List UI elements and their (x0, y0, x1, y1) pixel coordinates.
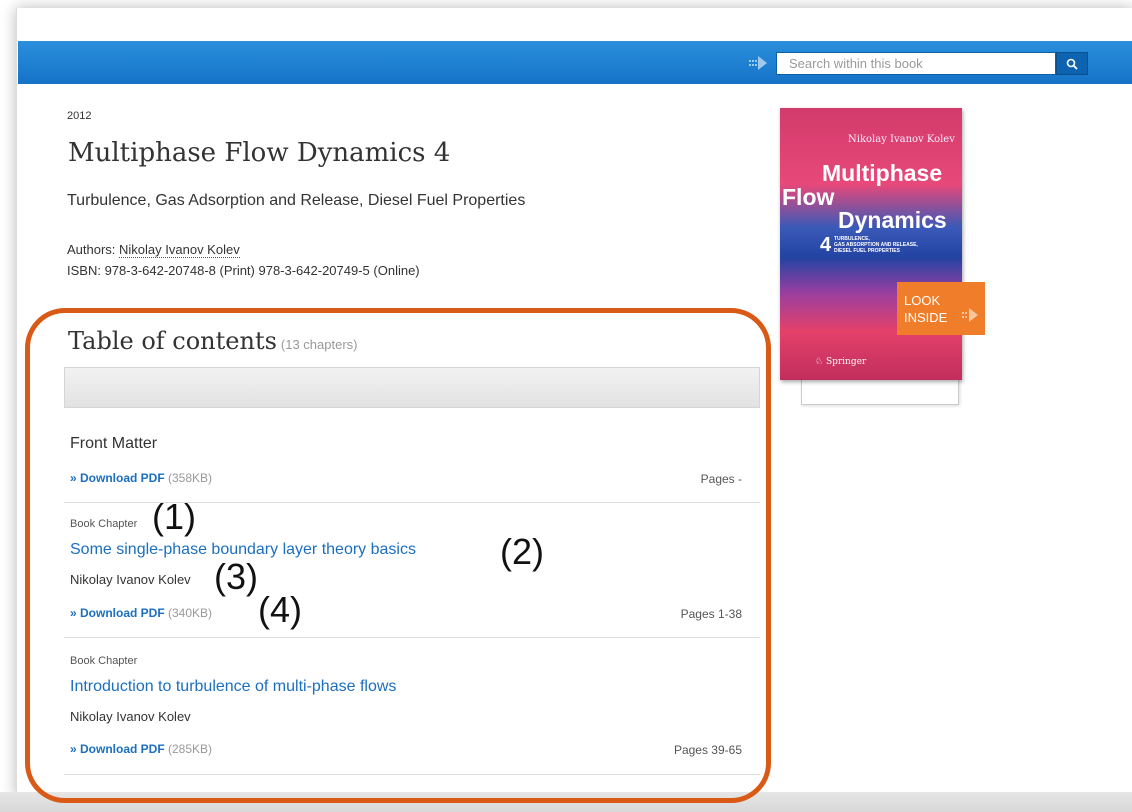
publication-year: 2012 (67, 110, 92, 122)
book-subtitle: Turbulence, Gas Adsorption and Release, … (67, 192, 526, 209)
cover-title-line: Flow (782, 184, 835, 210)
authors-line: Authors: Nikolay Ivanov Kolev (67, 242, 240, 258)
isbn: ISBN: 978-3-642-20748-8 (Print) 978-3-64… (67, 263, 420, 278)
annotation-highlight-box (25, 308, 771, 803)
cover-volume-number: 4 (820, 234, 832, 256)
annotation-label: (4) (258, 589, 302, 630)
cover-publisher: ♘ Springer (815, 357, 866, 367)
look-inside-arrow-icon (962, 308, 978, 322)
cover-author: Nikolay Ivanov Kolev (848, 134, 955, 145)
search-within-book-input[interactable] (776, 52, 1056, 75)
annotation-label: (2) (500, 531, 544, 572)
cover-title-line: Dynamics (838, 207, 947, 233)
magnifier-icon (1066, 58, 1078, 70)
search-button[interactable] (1056, 52, 1088, 75)
book-title: Multiphase Flow Dynamics 4 (68, 138, 451, 168)
annotation-label: (1) (152, 496, 196, 537)
annotation-label: (3) (214, 556, 258, 597)
cover-subtitle: TURBULENCE, GAS ABSORPTION AND RELEASE, … (834, 236, 918, 254)
search-arrow-icon (749, 56, 767, 70)
cover-title-line: Multiphase (822, 160, 943, 186)
cover-publisher-name: Springer (825, 357, 867, 367)
author-link[interactable]: Nikolay Ivanov Kolev (119, 242, 240, 258)
springer-logo-icon: ♘ (815, 357, 826, 367)
authors-label: Authors: (67, 242, 120, 257)
